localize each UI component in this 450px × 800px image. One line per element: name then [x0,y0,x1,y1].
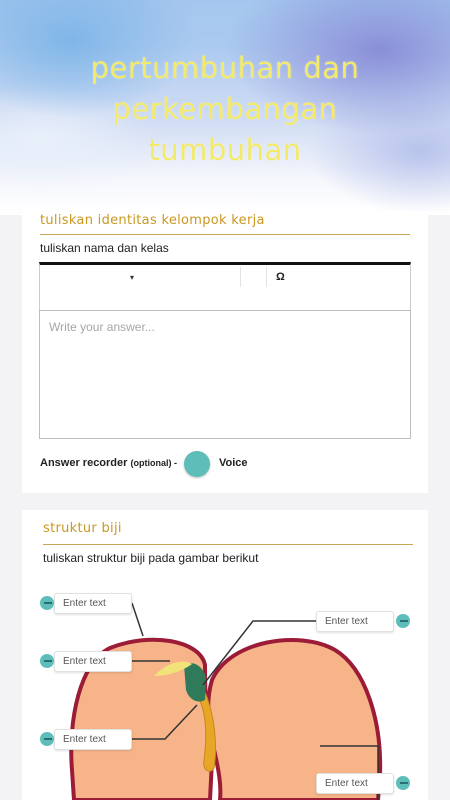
drag-handle-icon[interactable] [396,614,410,628]
label-input[interactable]: Enter text [54,651,132,672]
connector-line [131,602,144,637]
drag-handle-icon[interactable] [40,654,54,668]
label-input[interactable]: Enter text [316,611,394,632]
label-input[interactable]: Enter text [54,593,132,614]
seed-diagram [69,602,383,800]
drag-handle-icon[interactable] [396,776,410,790]
drag-handle-icon[interactable] [40,732,54,746]
label-input[interactable]: Enter text [54,729,132,750]
label-input[interactable]: Enter text [316,773,394,794]
drag-handle-icon[interactable] [40,596,54,610]
